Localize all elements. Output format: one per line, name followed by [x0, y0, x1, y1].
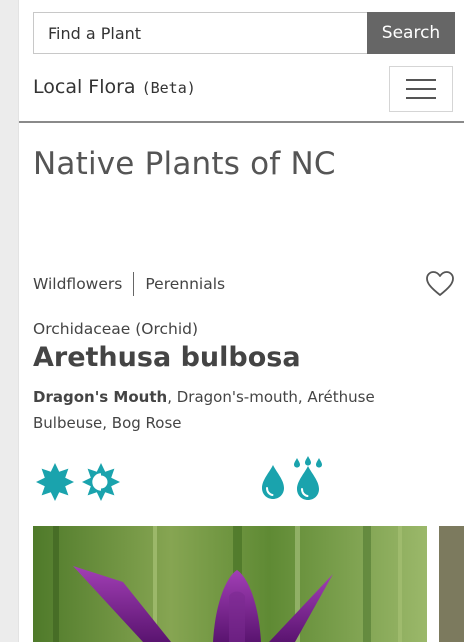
plant-photo[interactable] — [33, 526, 427, 642]
hamburger-icon-bar — [406, 79, 436, 81]
category-list: Wildflowers Perennials — [33, 272, 225, 296]
common-names: Dragon's Mouth, Dragon's-mouth, Aréthuse… — [33, 384, 453, 436]
category-wildflowers[interactable]: Wildflowers — [33, 275, 122, 293]
plant-family: Orchidaceae (Orchid) — [33, 320, 199, 338]
orchid-photo-illustration — [33, 526, 427, 642]
brand-beta-tag: (Beta) — [141, 79, 196, 97]
site-brand[interactable]: Local Flora (Beta) — [33, 76, 196, 98]
part-sun-icon — [82, 463, 120, 501]
moist-icon — [262, 465, 284, 499]
search-input[interactable] — [33, 12, 367, 54]
page-title: Native Plants of NC — [33, 146, 336, 182]
search-button[interactable]: Search — [367, 12, 455, 54]
primary-common-name: Dragon's Mouth — [33, 388, 168, 406]
search-form: Search — [33, 12, 455, 54]
hamburger-menu-button[interactable] — [389, 66, 453, 112]
category-perennials[interactable]: Perennials — [145, 275, 225, 293]
scientific-name: Arethusa bulbosa — [33, 342, 301, 373]
next-photo-thumbnail[interactable] — [439, 526, 464, 642]
favorite-heart-icon[interactable] — [425, 270, 455, 298]
hamburger-icon-bar — [406, 97, 436, 99]
full-sun-icon — [36, 463, 74, 501]
wet-icon — [294, 456, 322, 500]
brand-name: Local Flora — [33, 76, 136, 98]
category-divider — [133, 272, 135, 296]
hamburger-icon-bar — [406, 88, 436, 90]
page: Search Local Flora (Beta) Native Plants o… — [18, 0, 464, 642]
header-divider — [19, 121, 464, 123]
